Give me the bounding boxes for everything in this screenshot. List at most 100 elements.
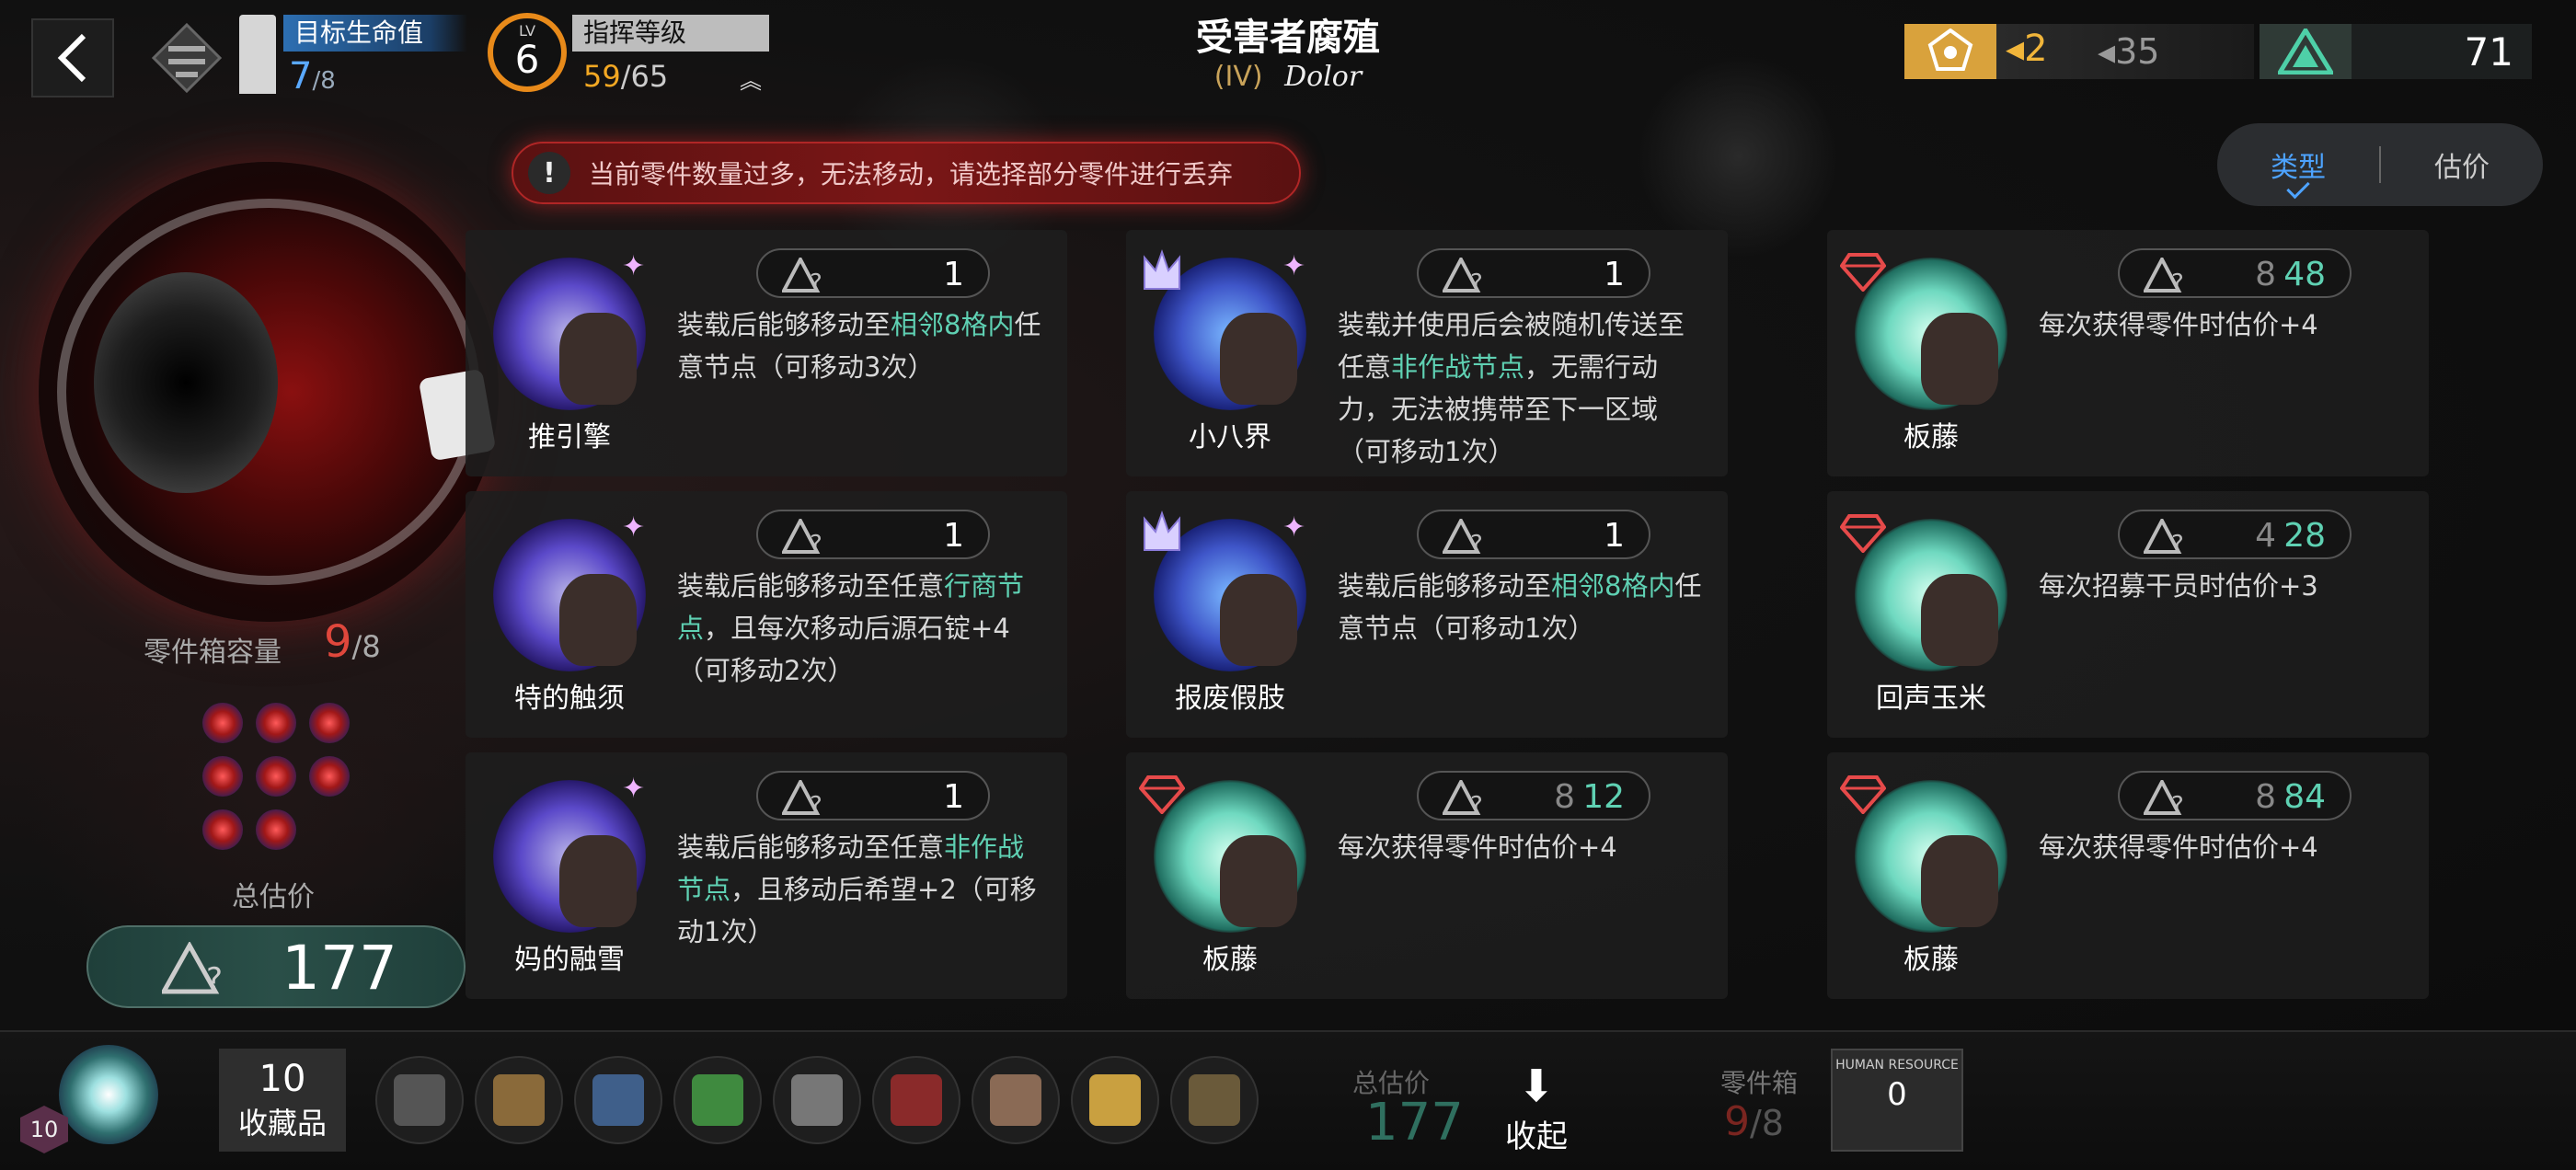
card-description: 装载后能够移动至相邻8格内任意节点（可移动3次） (677, 304, 1045, 388)
card-description: 每次获得零件时估价+4 (2039, 826, 2407, 868)
appraisal-icon: ? (780, 516, 822, 558)
jar-icon[interactable] (1071, 1056, 1159, 1144)
card-description: 装载后能够移动至任意行商节点，且每次移动后源石锭+4（可移动2次） (677, 565, 1045, 692)
card-description: 每次获得零件时估价+4 (2039, 304, 2407, 346)
svg-text:?: ? (810, 792, 822, 817)
capacity-current: 9 (324, 616, 352, 668)
hp-value: 7/8 (289, 55, 336, 98)
appraisal-icon: ? (1441, 516, 1483, 558)
acorn-icon[interactable] (1170, 1056, 1259, 1144)
gold-value-text: 2 (2024, 28, 2048, 70)
warning-text: 当前零件数量过多，无法移动，请选择部分零件进行丢弃 (589, 159, 1234, 189)
total-value-label: 总估价 (232, 881, 315, 913)
part-card[interactable]: 回声玉米 ? 4 28 每次招募干员时估价+3 (1827, 491, 2429, 738)
exclamation-icon: ! (528, 152, 570, 194)
leaf-icon[interactable] (673, 1056, 762, 1144)
hope-resource: 71 (2260, 24, 2532, 79)
card-value-pill: ? 1 (756, 248, 990, 298)
crown-tier-icon (1139, 510, 1185, 556)
appraisal-icon: ? (2142, 777, 2184, 820)
card-description: 每次获得零件时估价+4 (1338, 826, 1706, 868)
dagger-icon[interactable] (375, 1056, 464, 1144)
sort-type-button[interactable]: 类型 (2217, 144, 2379, 185)
appraisal-icon: ? (2142, 255, 2184, 297)
card-value-new: 12 (1582, 778, 1625, 816)
bottom-box-label: 零件箱 (1720, 1068, 1799, 1098)
card-value-pill: ? 4 28 (2118, 510, 2352, 559)
collapse-label: 收起 (1505, 1118, 1568, 1155)
appraisal-icon: ? (780, 777, 822, 820)
collapse-button[interactable]: ⬇ 收起 (1500, 1061, 1573, 1157)
hope-value: 71 (2464, 29, 2513, 75)
card-value-pill: ? 1 (1417, 248, 1650, 298)
card-desc-part: ，且每次移动后源石锭+4（可移动2次） (677, 613, 1010, 686)
sort-toggle: 类型 估价 (2217, 123, 2543, 206)
card-value-pill: ? 1 (756, 771, 990, 820)
part-card[interactable]: 板藤 ? 8 84 每次获得零件时估价+4 (1827, 752, 2429, 999)
back-button[interactable] (31, 18, 114, 98)
bottom-box-value: 9/8 (1724, 1098, 1784, 1145)
part-card[interactable]: ✦ 报废假肢 ? 1 装载后能够移动至相邻8格内任意节点（可移动1次） (1126, 491, 1728, 738)
card-desc-part: 每次获得零件时估价+4 (2039, 309, 2318, 340)
command-max: /65 (620, 59, 669, 94)
card-desc-highlight: 非作战节点 (1391, 351, 1525, 383)
svg-text:?: ? (2171, 792, 2184, 817)
card-description: 装载后能够移动至任意非作战节点，且移动后希望+2（可移动1次） (677, 826, 1045, 953)
total-value: 177 (282, 933, 397, 1004)
bottom-total-value: 177 (1365, 1093, 1464, 1153)
card-desc-part: 每次获得零件时估价+4 (2039, 832, 2318, 863)
part-card[interactable]: ✦ 推引擎 ? 1 装载后能够移动至相邻8格内任意节点（可移动3次） (466, 230, 1067, 476)
appraisal-icon: ? (1441, 255, 1483, 297)
command-current: 59 (583, 59, 621, 94)
card-desc-part: 装载后能够移动至 (1338, 570, 1552, 602)
collection-button[interactable]: 10 收藏品 (219, 1049, 346, 1152)
svg-text:?: ? (810, 270, 822, 294)
triangle-icon (2260, 24, 2352, 79)
card-value: 1 (1604, 256, 1625, 293)
card-value-old: 8 (2255, 256, 2276, 293)
part-card[interactable]: 板藤 ? 8 12 每次获得零件时估价+4 (1126, 752, 1728, 999)
card-value-pill: ? 8 48 (2118, 248, 2352, 298)
card-desc-part: ，且移动后希望+2（可移动1次） (677, 874, 1037, 947)
part-card[interactable]: 板藤 ? 8 48 每次获得零件时估价+4 (1827, 230, 2429, 476)
sort-value-button[interactable]: 估价 (2381, 144, 2543, 185)
part-card[interactable]: ✦ 小八界 ? 1 装载并使用后会被随机传送至任意非作战节点，无需行动力，无法被携… (1126, 230, 1728, 476)
card-value-new: 84 (2283, 778, 2326, 816)
level-badge: LV 6 (488, 13, 567, 92)
map-icon[interactable] (972, 1056, 1060, 1144)
part-card[interactable]: ✦ 特的触须 ? 1 装载后能够移动至任意行商节点，且每次移动后源石锭+4（可移动… (466, 491, 1067, 738)
bow-icon[interactable] (475, 1056, 563, 1144)
card-name: 妈的融雪 (514, 944, 625, 976)
card-name: 特的触须 (514, 682, 625, 715)
hr-label: HUMAN RESOURCE (1835, 1058, 1959, 1072)
card-description: 装载并使用后会被随机传送至任意非作战节点，无需行动力，无法被携带至下一区域（可移… (1338, 304, 1706, 473)
stage-title: 受害者腐殖 (1196, 17, 1380, 59)
card-value-pill: ? 1 (756, 510, 990, 559)
gold-max-text: 35 (2115, 31, 2160, 72)
total-value-box: ? 177 (86, 925, 466, 1008)
card-name: 推引擎 (528, 421, 611, 453)
card-name: 板藤 (1202, 944, 1258, 976)
collection-label: 收藏品 (237, 1106, 327, 1141)
card-name: 板藤 (1903, 421, 1959, 453)
part-card[interactable]: ✦ 妈的融雪 ? 1 装载后能够移动至任意非作战节点，且移动后希望+2（可移动1次… (466, 752, 1067, 999)
svg-text:?: ? (1470, 792, 1483, 817)
warning-banner: ! 当前零件数量过多，无法移动，请选择部分零件进行丢弃 (512, 142, 1301, 204)
svg-text:?: ? (810, 531, 822, 556)
book-icon[interactable] (574, 1056, 662, 1144)
drum-icon[interactable] (872, 1056, 960, 1144)
target-hp-panel: 目标生命值 7/8 (239, 15, 469, 98)
scroll-icon[interactable] (773, 1056, 861, 1144)
svg-text:?: ? (1470, 531, 1483, 556)
card-desc-highlight: 相邻8格内 (1551, 570, 1675, 602)
diamond-icon (1840, 248, 1886, 294)
hp-label: 目标生命值 (283, 15, 467, 52)
command-label: 指挥等级 (572, 15, 769, 52)
card-value-pill: ? 8 84 (2118, 771, 2352, 820)
card-value: 1 (943, 256, 964, 293)
card-value: 1 (1604, 517, 1625, 555)
card-value-old: 8 (1554, 778, 1575, 816)
human-resource-button[interactable]: HUMAN RESOURCE 0 (1831, 1049, 1963, 1152)
command-level-panel[interactable]: 指挥等级 59/65 ︽ (572, 15, 769, 94)
swirl-emblem-icon[interactable] (59, 1045, 158, 1144)
